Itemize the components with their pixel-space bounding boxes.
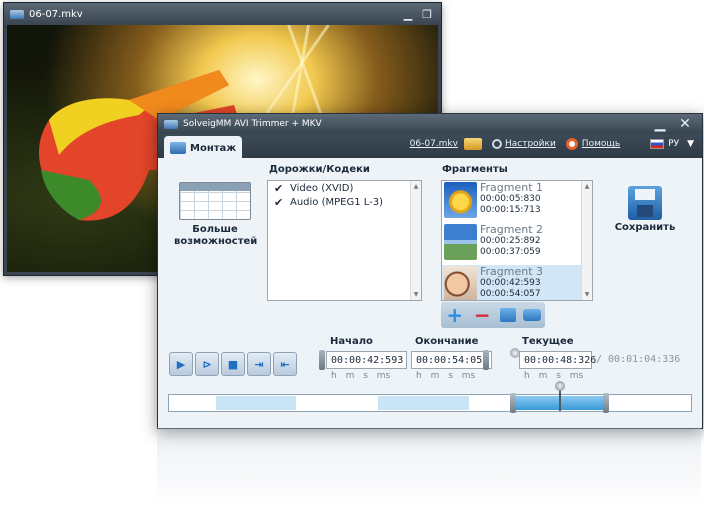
trimmer-title: SolveigMM AVI Trimmer + MKV	[183, 119, 322, 129]
help-lifebuoy-icon	[565, 138, 578, 150]
save-label: Сохранить	[614, 222, 676, 233]
scroll-down-icon[interactable]: ▼	[412, 290, 420, 299]
play-selection-icon[interactable]: ⊳	[195, 352, 219, 376]
go-to-end-marker-icon[interactable]: ⇤	[273, 352, 297, 376]
minimize-icon[interactable]: ▁	[649, 116, 671, 132]
play-icon[interactable]: ▶	[169, 352, 193, 376]
fragment-toolbar: + −	[441, 302, 545, 328]
fragment-item-3[interactable]: Fragment 3 00:00:42:593 00:00:54:057	[442, 265, 592, 300]
fragment-start: 00:00:42:593	[480, 278, 541, 288]
file-link[interactable]: 06-07.mkv	[410, 139, 458, 149]
start-label: Начало	[330, 336, 373, 347]
tab-montage-label: Монтаж	[190, 142, 237, 154]
window-reflection	[157, 428, 701, 508]
start-time-field[interactable]: 00:00:42:593	[326, 351, 407, 369]
scroll-down-icon[interactable]: ▼	[583, 290, 591, 299]
go-to-start-marker-icon[interactable]: ⇥	[247, 352, 271, 376]
fragment-name: Fragment 2	[480, 223, 544, 236]
close-icon[interactable]: ✕	[674, 116, 696, 132]
chevron-down-icon[interactable]: ▼	[687, 139, 694, 149]
fragment-item-1[interactable]: Fragment 1 00:00:05:830 00:00:15:713	[442, 181, 592, 223]
timeline-cursor-head-icon[interactable]	[554, 381, 565, 391]
app-icon	[10, 9, 24, 19]
fragment-end: 00:00:54:057	[480, 289, 541, 299]
player-titlebar[interactable]: 06-07.mkv ▁ ❐	[4, 3, 441, 25]
fragment-thumbnail	[444, 182, 477, 218]
end-marker-icon[interactable]	[483, 350, 489, 370]
scroll-up-icon[interactable]: ▲	[412, 182, 420, 191]
restore-icon[interactable]: ❐	[419, 7, 435, 21]
language-label[interactable]: РУ	[668, 139, 679, 149]
timeline-fragment-2[interactable]	[378, 396, 469, 410]
tab-montage[interactable]: Монтаж	[164, 136, 242, 160]
minimize-icon[interactable]: ▁	[400, 7, 416, 21]
add-fragment-icon[interactable]: +	[445, 303, 465, 327]
checkmark-icon[interactable]: ✔	[274, 196, 286, 209]
fragment-thumbnail	[444, 266, 477, 300]
folder-icon[interactable]	[463, 138, 482, 150]
end-time-units: h m s ms	[416, 371, 476, 381]
table-grid-icon	[179, 182, 251, 220]
remove-fragment-icon[interactable]: −	[472, 303, 492, 327]
player-title: 06-07.mkv	[29, 8, 83, 20]
camera-icon[interactable]	[523, 309, 542, 321]
settings-key-icon	[491, 139, 502, 149]
current-time-field[interactable]: 00:00:48:326	[519, 351, 596, 369]
track-row-video[interactable]: ✔ Video (XVID)	[268, 181, 421, 195]
fragment-start: 00:00:05:830	[480, 194, 541, 204]
transport-controls: ▶ ⊳ ■ ⇥ ⇤	[169, 352, 299, 376]
timeline-fragment-1[interactable]	[216, 396, 296, 410]
end-label: Окончание	[415, 336, 479, 347]
fragment-thumbnail	[444, 224, 477, 260]
fragments-list[interactable]: Fragment 1 00:00:05:830 00:00:15:713 Fra…	[441, 180, 593, 301]
timeline-start-handle[interactable]	[510, 393, 517, 413]
timeline-track[interactable]	[168, 381, 692, 413]
checkmark-icon[interactable]: ✔	[274, 182, 286, 195]
scroll-up-icon[interactable]: ▲	[583, 182, 591, 191]
current-time-units: h m s ms	[524, 371, 584, 381]
fragment-name: Fragment 3	[480, 265, 544, 278]
trimmer-window: SolveigMM AVI Trimmer + MKV ▁ ✕ Монтаж 0…	[157, 113, 703, 429]
fragment-end: 00:00:15:713	[480, 205, 541, 215]
edit-fragment-icon[interactable]	[499, 308, 516, 322]
fragment-start: 00:00:25:892	[480, 236, 541, 246]
fragment-name: Fragment 1	[480, 181, 544, 194]
clapper-icon	[170, 142, 186, 154]
track-label: Video (XVID)	[290, 182, 354, 194]
tracks-scrollbar[interactable]: ▲ ▼	[410, 181, 421, 300]
fragments-scrollbar[interactable]: ▲ ▼	[581, 181, 592, 300]
current-label: Текущее	[522, 336, 574, 347]
trimmer-titlebar[interactable]: SolveigMM AVI Trimmer + MKV ▁ ✕	[158, 114, 702, 134]
start-time-units: h m s ms	[331, 371, 391, 381]
help-link[interactable]: Помощь	[582, 139, 620, 149]
more-features-label: Больше возможностей	[174, 224, 258, 247]
toolbar: Монтаж 06-07.mkv Настройки Помощь РУ ▼	[158, 134, 702, 160]
end-time-field[interactable]: 00:00:54:057	[411, 351, 492, 369]
total-duration: / 00:01:04:336	[596, 354, 681, 365]
tracks-list[interactable]: ✔ Video (XVID) ✔ Audio (MPEG1 L-3) ▲ ▼	[267, 180, 422, 301]
timeline-end-handle[interactable]	[602, 393, 609, 413]
app-icon	[164, 119, 178, 129]
start-marker-icon[interactable]	[319, 350, 325, 370]
settings-link[interactable]: Настройки	[505, 139, 556, 149]
fragment-end: 00:00:37:059	[480, 247, 541, 257]
track-label: Audio (MPEG1 L-3)	[290, 196, 384, 208]
montage-panel: Больше возможностей Дорожки/Кодеки ✔ Vid…	[158, 158, 702, 428]
stop-icon[interactable]: ■	[221, 352, 245, 376]
fragment-item-2[interactable]: Fragment 2 00:00:25:892 00:00:37:059	[442, 223, 592, 265]
tracks-title: Дорожки/Кодеки	[269, 164, 370, 175]
fragments-title: Фрагменты	[442, 164, 508, 175]
floppy-disk-icon	[628, 186, 662, 220]
russian-flag-icon	[650, 139, 665, 149]
more-features-button[interactable]: Больше возможностей	[174, 182, 258, 260]
save-button[interactable]: Сохранить	[610, 186, 680, 233]
toolbar-right: 06-07.mkv Настройки Помощь РУ ▼	[410, 138, 694, 150]
track-row-audio[interactable]: ✔ Audio (MPEG1 L-3)	[268, 195, 421, 209]
